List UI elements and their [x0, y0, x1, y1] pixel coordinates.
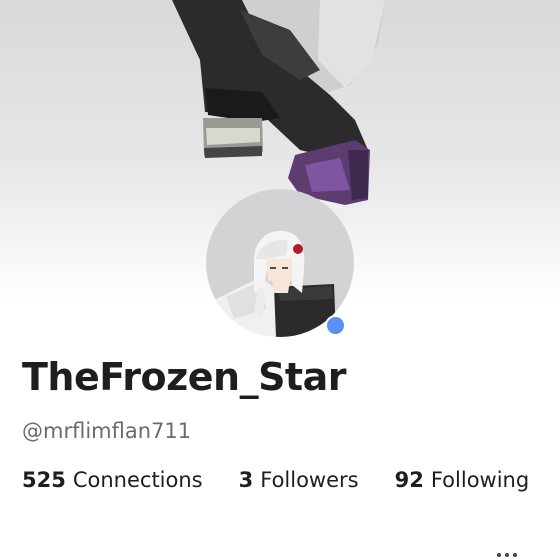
profile-stats: 525 Connections 3 Followers 92 Following [22, 468, 529, 492]
followers-stat[interactable]: 3 Followers [239, 468, 359, 492]
display-name: TheFrozen_Star [22, 355, 346, 399]
connections-count: 525 [22, 468, 66, 492]
avatar-container[interactable] [206, 189, 354, 337]
more-horizontal-icon[interactable] [497, 553, 517, 557]
following-label: Following [430, 468, 530, 492]
username: @mrflimflan711 [22, 419, 192, 443]
connections-stat[interactable]: 525 Connections [22, 468, 203, 492]
followers-label: Followers [260, 468, 359, 492]
connections-label: Connections [72, 468, 203, 492]
online-status-indicator [325, 315, 346, 336]
followers-count: 3 [238, 468, 254, 492]
following-stat[interactable]: 92 Following [395, 468, 530, 492]
following-count: 92 [394, 468, 424, 492]
